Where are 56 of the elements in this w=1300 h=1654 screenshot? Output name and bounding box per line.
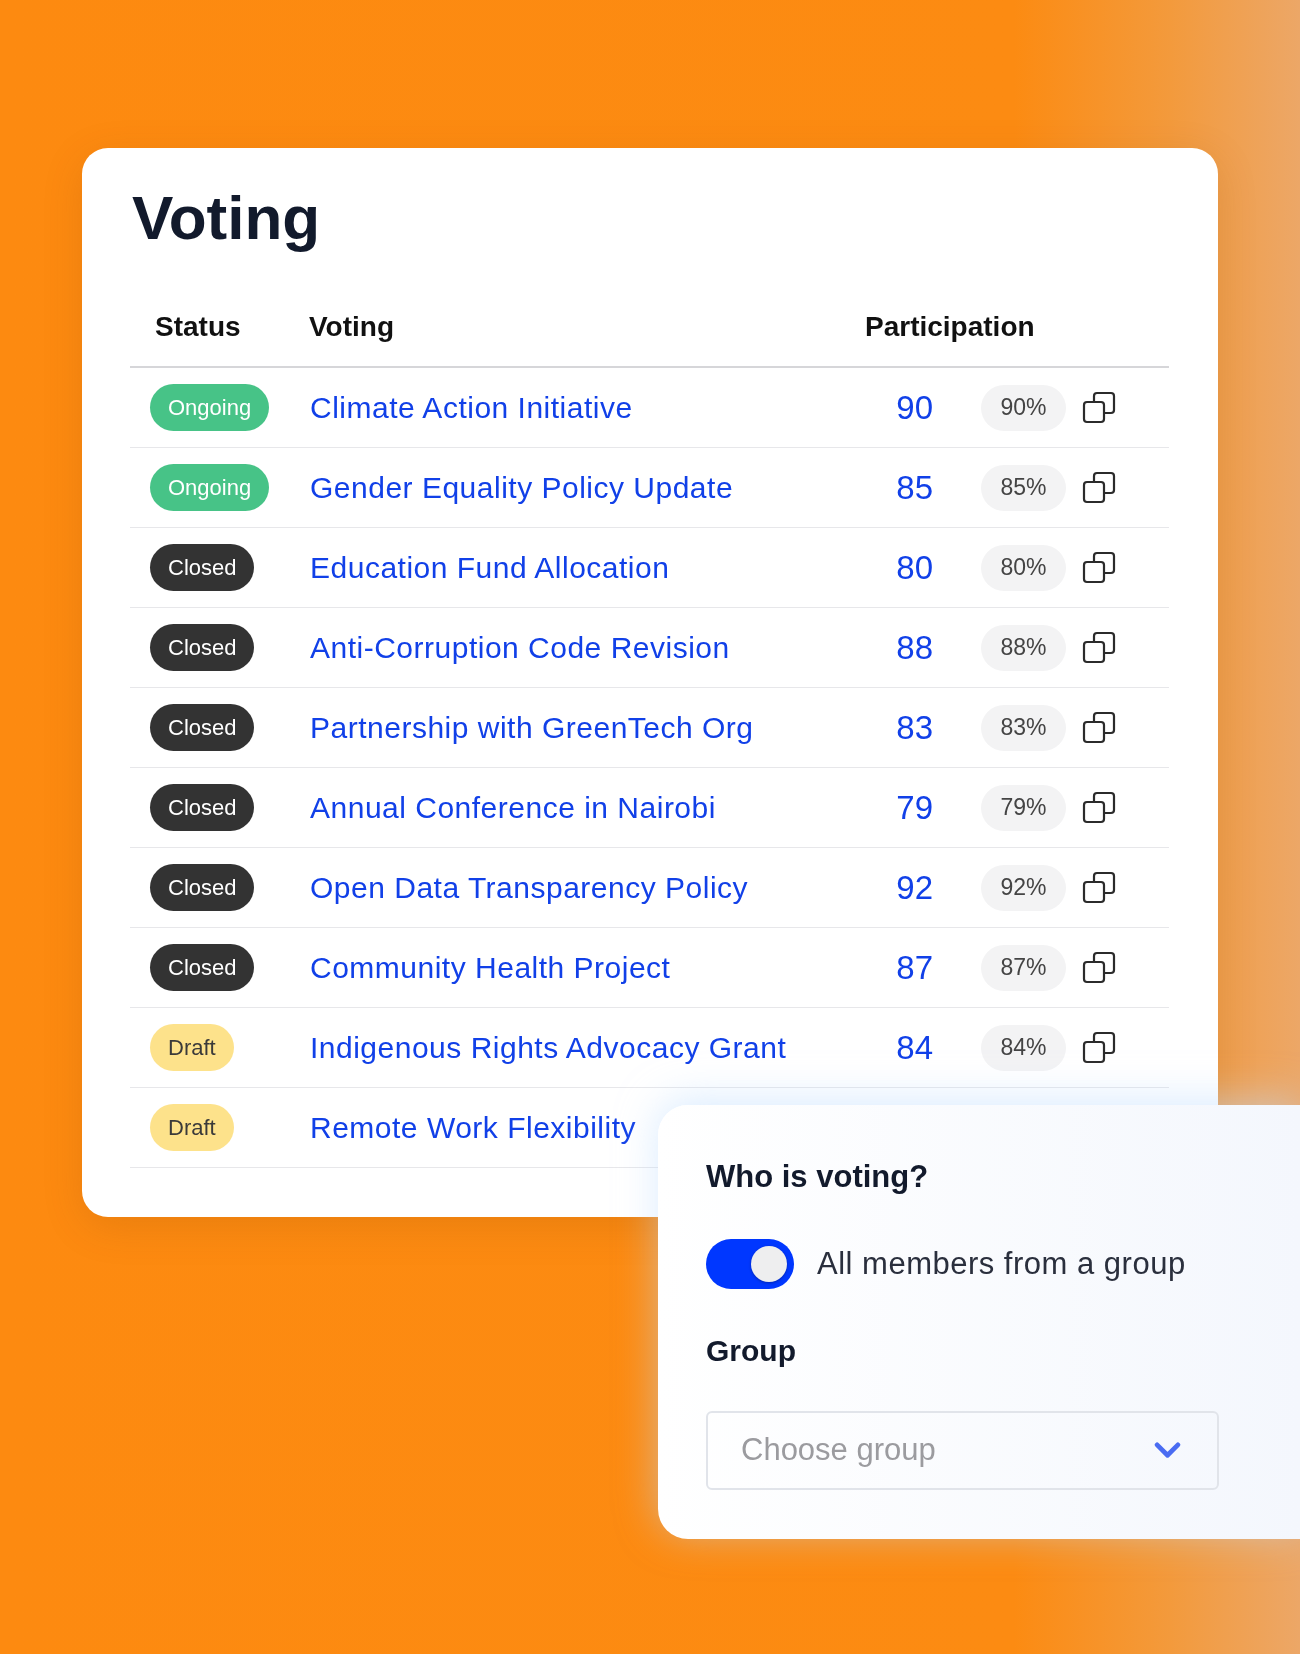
percent-pill: 88% [981, 624, 1066, 671]
copy-icon[interactable] [1082, 950, 1116, 985]
percent-pill: 90% [981, 384, 1066, 431]
copy-icon[interactable] [1082, 470, 1116, 505]
voting-link[interactable]: Gender Equality Policy Update [310, 471, 734, 504]
copy-icon[interactable] [1082, 1030, 1116, 1065]
participation-count: 90 [896, 387, 933, 428]
toggle-switch[interactable] [706, 1239, 794, 1289]
page-title: Voting [132, 186, 321, 250]
voting-link[interactable]: Partnership with GreenTech Org [310, 711, 754, 744]
status-badge: Closed [150, 544, 255, 591]
status-badge: Closed [150, 784, 255, 831]
percent-pill: 87% [981, 944, 1066, 991]
percent-pill: 85% [981, 464, 1066, 511]
column-header: Voting [309, 311, 394, 342]
voting-link[interactable]: Climate Action Initiative [310, 391, 633, 424]
participation-count: 84 [896, 1027, 933, 1068]
chevron-down-icon [1154, 1442, 1181, 1459]
voting-link[interactable]: Education Fund Allocation [310, 551, 670, 584]
copy-icon[interactable] [1082, 550, 1116, 585]
status-badge: Draft [150, 1104, 234, 1151]
percent-pill: 80% [981, 544, 1066, 591]
column-header: Status [155, 311, 241, 342]
toggle-label: All members from a group [817, 1244, 1186, 1283]
voting-link[interactable]: Anti-Corruption Code Revision [310, 631, 730, 664]
group-label: Group [706, 1333, 796, 1369]
voting-link[interactable]: Indigenous Rights Advocacy Grant [310, 1031, 787, 1064]
participation-count: 92 [896, 867, 933, 908]
column-header: Participation [865, 311, 1035, 342]
status-badge: Ongoing [150, 464, 270, 511]
voting-link[interactable]: Annual Conference in Nairobi [310, 791, 716, 824]
status-badge: Ongoing [150, 384, 270, 431]
copy-icon[interactable] [1082, 630, 1116, 665]
copy-icon[interactable] [1082, 870, 1116, 905]
status-badge: Closed [150, 624, 255, 671]
participation-count: 85 [896, 467, 933, 508]
percent-pill: 92% [981, 864, 1066, 911]
percent-pill: 79% [981, 784, 1066, 831]
status-badge: Closed [150, 944, 255, 991]
copy-icon[interactable] [1082, 390, 1116, 425]
status-badge: Closed [150, 864, 255, 911]
participation-count: 80 [896, 547, 933, 588]
panel-title: Who is voting? [706, 1159, 929, 1195]
participation-count: 88 [896, 627, 933, 668]
copy-icon[interactable] [1082, 790, 1116, 825]
copy-icon[interactable] [1082, 710, 1116, 745]
status-badge: Draft [150, 1024, 234, 1071]
participation-count: 87 [896, 947, 933, 988]
voting-link[interactable]: Community Health Project [310, 951, 671, 984]
status-badge: Closed [150, 704, 255, 751]
participation-count: 79 [896, 787, 933, 828]
participation-count: 83 [896, 707, 933, 748]
percent-pill: 83% [981, 704, 1066, 751]
voting-link[interactable]: Remote Work Flexibility [310, 1111, 637, 1144]
voting-link[interactable]: Open Data Transparency Policy [310, 871, 749, 904]
percent-pill: 84% [981, 1024, 1066, 1071]
